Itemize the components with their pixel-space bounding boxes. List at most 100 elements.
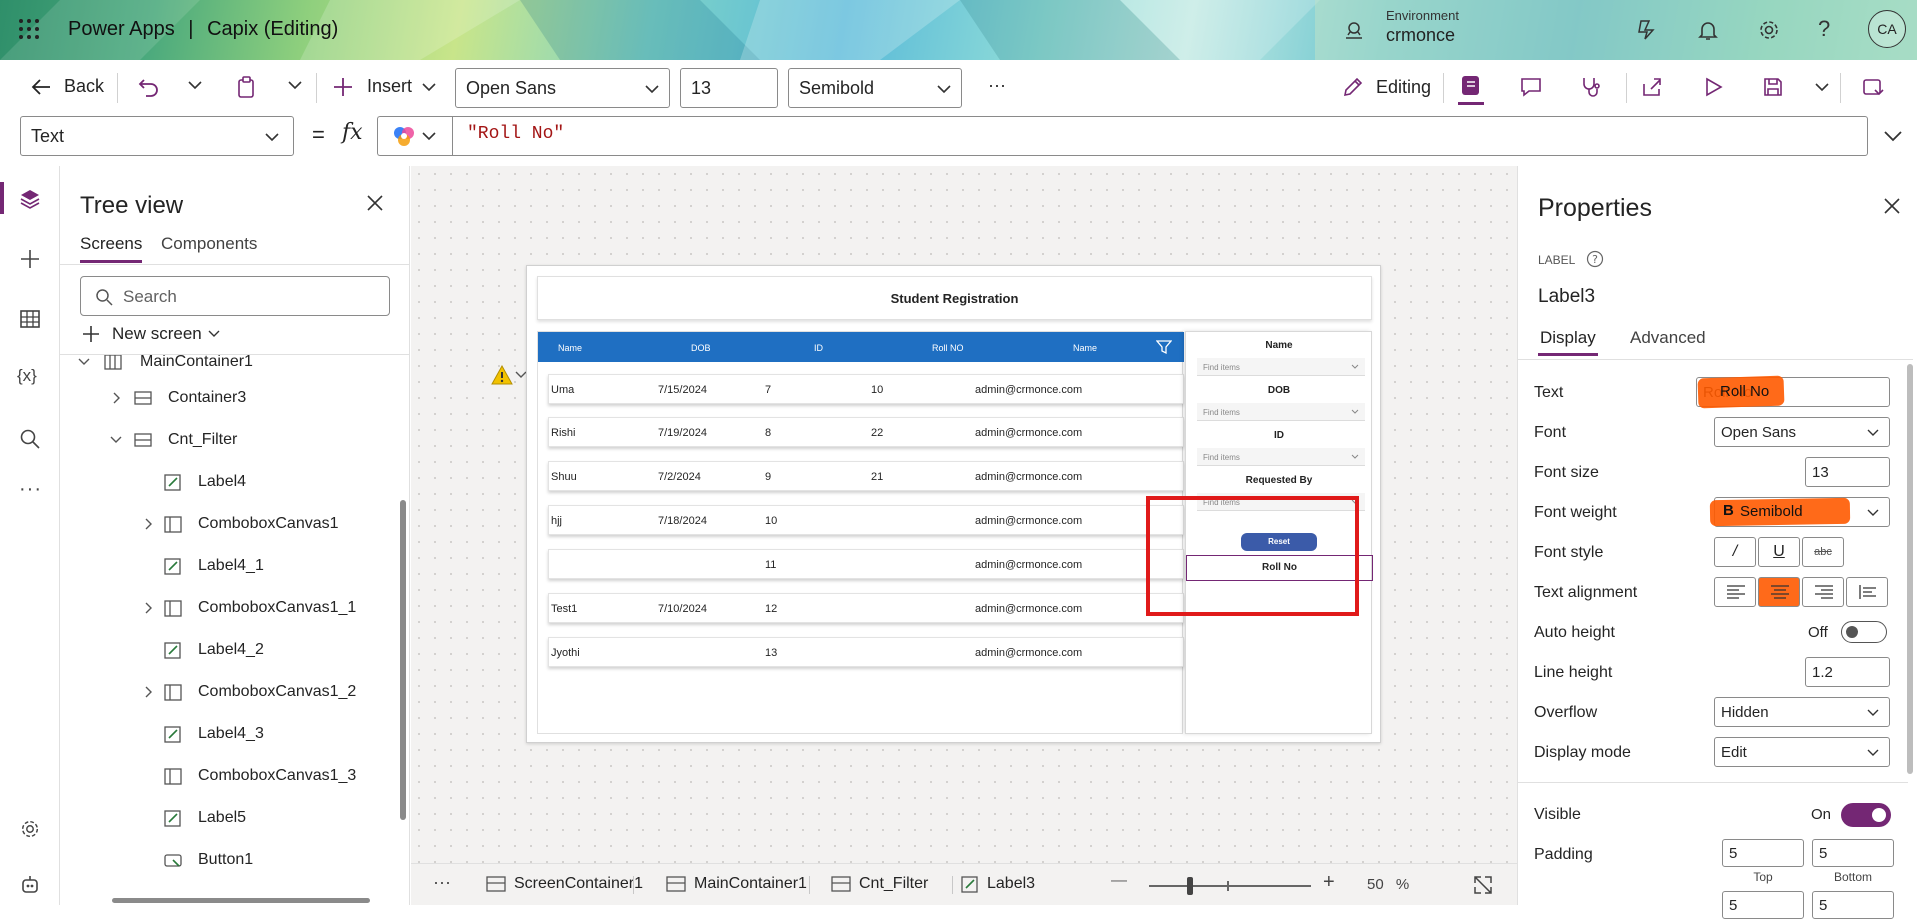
display-mode-select[interactable]: Edit (1714, 737, 1890, 767)
stethoscope-icon[interactable] (1580, 76, 1602, 98)
data-table-icon[interactable] (19, 308, 41, 330)
underline-button[interactable]: U (1758, 537, 1800, 567)
search-icon[interactable] (19, 428, 41, 450)
align-left-button[interactable] (1714, 577, 1756, 607)
italic-button[interactable]: / (1714, 537, 1756, 567)
zoom-slider[interactable] (1149, 877, 1311, 895)
properties-scrollbar[interactable] (1907, 364, 1913, 774)
tree-item[interactable]: ComboboxCanvas1 (60, 503, 400, 545)
filter-icon[interactable] (1156, 339, 1172, 355)
tab-components[interactable]: Components (161, 234, 257, 254)
back-button[interactable]: Back (30, 76, 104, 97)
tree-item[interactable]: ComboboxCanvas1_2 (60, 671, 400, 713)
avatar[interactable]: CA (1868, 10, 1906, 48)
save-icon[interactable] (1762, 76, 1784, 98)
align-center-button[interactable] (1758, 577, 1800, 607)
tree-scrollbar-vertical[interactable] (400, 500, 406, 820)
table-row[interactable]: hjj 7/18/2024 10 admin@crmonce.com (548, 505, 1184, 535)
overflow-select[interactable]: Hidden (1714, 697, 1890, 727)
tree-item[interactable]: Button1 (60, 839, 400, 881)
help-icon[interactable]: ? (1818, 16, 1830, 42)
tree-item[interactable]: Cnt_Filter (60, 419, 400, 461)
clipboard-dropdown-icon[interactable] (288, 80, 302, 90)
comment-icon[interactable] (1520, 76, 1542, 98)
table-row[interactable]: Uma 7/15/2024 7 10 admin@crmonce.com (548, 374, 1184, 404)
help-circle-icon[interactable]: ? (1586, 250, 1604, 268)
visible-toggle[interactable] (1841, 803, 1891, 827)
font-size-input[interactable]: 13 (680, 68, 778, 108)
copilot-icon[interactable] (1634, 18, 1658, 42)
auto-height-toggle[interactable] (1841, 621, 1887, 643)
id-combobox[interactable]: Find items (1197, 448, 1365, 466)
tree-scrollbar-horizontal[interactable] (112, 898, 370, 903)
close-icon[interactable] (366, 194, 384, 212)
save-dropdown-icon[interactable] (1815, 82, 1829, 92)
tree-item[interactable]: Label4 (60, 461, 400, 503)
line-height-input[interactable]: 1.2 (1805, 657, 1890, 687)
padding-left-input[interactable]: 5 (1722, 891, 1804, 919)
padding-right-input[interactable]: 5 (1812, 891, 1894, 919)
strikethrough-button[interactable]: abc (1802, 537, 1844, 567)
copilot-formula-button[interactable] (377, 116, 452, 156)
tab-advanced[interactable]: Advanced (1630, 328, 1706, 348)
more-icon[interactable]: ··· (19, 478, 42, 501)
font-size-input[interactable]: 13 (1805, 457, 1890, 487)
expand-formula-icon[interactable] (1884, 130, 1902, 142)
bell-icon[interactable] (1696, 18, 1720, 42)
insert-icon[interactable] (19, 248, 41, 270)
app-launcher-icon[interactable] (18, 18, 40, 40)
more-options-button[interactable]: ··· (988, 75, 1006, 96)
tree-view-icon[interactable] (19, 188, 41, 210)
clipboard-icon[interactable] (237, 76, 257, 98)
tree-item[interactable]: Label4_1 (60, 545, 400, 587)
tree-item[interactable]: Label5 (60, 797, 400, 839)
padding-bottom-input[interactable]: 5 (1812, 839, 1894, 867)
table-row[interactable]: Jyothi 13 admin@crmonce.com (548, 637, 1184, 667)
breadcrumb-item[interactable]: MainContainer1 (666, 875, 807, 893)
settings-icon[interactable] (19, 818, 41, 840)
table-row[interactable]: 11 admin@crmonce.com (548, 549, 1184, 579)
gear-icon[interactable] (1757, 18, 1781, 42)
font-select[interactable]: Open Sans (1714, 417, 1890, 447)
name-combobox[interactable]: Find items (1197, 358, 1365, 376)
tab-display[interactable]: Display (1540, 328, 1596, 348)
table-row[interactable]: Rishi 7/19/2024 8 22 admin@crmonce.com (548, 417, 1184, 447)
tree-item[interactable]: Label4_2 (60, 629, 400, 671)
tree-item[interactable]: Label4_3 (60, 713, 400, 755)
formula-input[interactable]: "Roll No" (452, 116, 1868, 156)
tree-item[interactable]: ComboboxCanvas1_3 (60, 755, 400, 797)
fit-to-window-icon[interactable] (1474, 876, 1492, 894)
virtual-agent-icon[interactable] (19, 874, 41, 896)
breadcrumb-item[interactable]: Label3 (961, 875, 1035, 893)
zoom-out-button[interactable]: — (1111, 872, 1127, 890)
align-justify-button[interactable] (1846, 577, 1888, 607)
breadcrumb-item[interactable]: ScreenContainer1 (486, 875, 643, 893)
tree-item[interactable]: ComboboxCanvas1_1 (60, 587, 400, 629)
property-select[interactable]: Text (20, 116, 294, 156)
status-more-button[interactable]: ··· (433, 872, 451, 893)
tree-item[interactable]: Container3 (60, 377, 400, 419)
zoom-in-button[interactable]: + (1323, 871, 1335, 894)
environment-icon[interactable] (1342, 18, 1366, 42)
variables-icon[interactable]: {x} (17, 366, 37, 386)
font-family-select[interactable]: Open Sans (455, 68, 670, 108)
table-row[interactable]: Shuu 7/2/2024 9 21 admin@crmonce.com (548, 461, 1184, 491)
warning-icon[interactable] (491, 365, 513, 385)
new-screen-button[interactable]: New screen (82, 324, 220, 344)
undo-dropdown-icon[interactable] (188, 80, 202, 90)
tab-screens[interactable]: Screens (80, 234, 142, 254)
close-icon[interactable] (1883, 197, 1901, 215)
table-row[interactable]: Test1 7/10/2024 12 admin@crmonce.com (548, 593, 1184, 623)
padding-top-input[interactable]: 5 (1722, 839, 1804, 867)
share-icon[interactable] (1641, 76, 1663, 98)
publish-icon[interactable] (1862, 76, 1884, 98)
editing-button[interactable]: Editing (1342, 76, 1431, 98)
undo-icon[interactable] (138, 77, 160, 97)
font-weight-select[interactable]: Semibold (788, 68, 962, 108)
insert-button[interactable]: Insert (333, 76, 436, 97)
notebook-icon[interactable] (1460, 74, 1482, 98)
breadcrumb-item[interactable]: Cnt_Filter (831, 875, 928, 893)
environment-name[interactable]: crmonce (1386, 25, 1455, 46)
dob-combobox[interactable]: Find items (1197, 403, 1365, 421)
zoom-slider-thumb[interactable] (1186, 877, 1193, 895)
